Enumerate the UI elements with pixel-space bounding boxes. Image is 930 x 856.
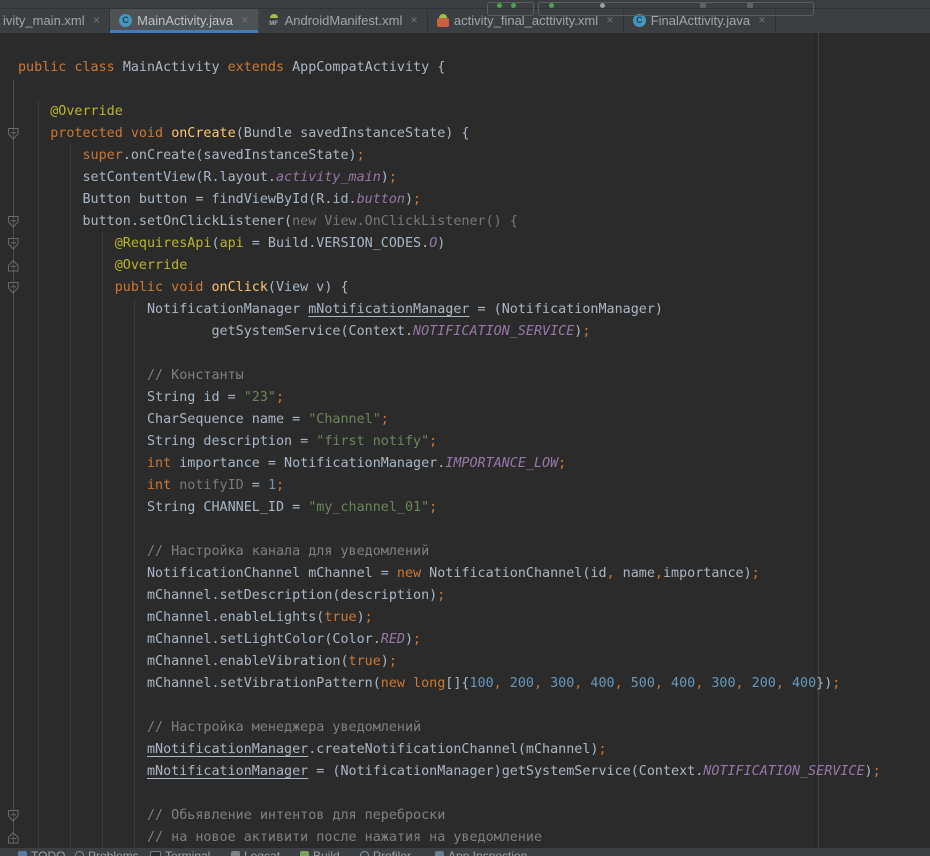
code-line: mNotificationManager = (NotificationMana…: [18, 761, 881, 783]
code-line: String description = "first notify";: [18, 431, 881, 453]
tool-window-button-profiler[interactable]: Profiler: [360, 850, 411, 856]
code-line: setContentView(R.layout.activity_main);: [18, 167, 881, 189]
app-inspection-icon: [435, 851, 444, 856]
layout-file-icon: [437, 14, 449, 28]
code-area[interactable]: public class MainActivity extends AppCom…: [18, 57, 881, 849]
code-line: NotificationChannel mChannel = new Notif…: [18, 563, 881, 585]
close-icon[interactable]: ✕: [93, 15, 101, 26]
close-icon[interactable]: ✕: [606, 15, 614, 26]
run-icon[interactable]: [549, 3, 554, 8]
toolbar-button-icon[interactable]: [700, 3, 706, 8]
problems-icon: [75, 851, 84, 856]
tool-window-label: App Inspection: [448, 850, 527, 856]
code-line: button.setOnClickListener(new View.OnCli…: [18, 211, 881, 233]
code-line: mChannel.enableVibration(true);: [18, 651, 881, 673]
manifest-file-icon: MF: [268, 14, 280, 28]
tool-window-button-build[interactable]: Build: [300, 850, 340, 856]
top-toolbar-strip: [0, 0, 930, 9]
close-icon[interactable]: ✕: [758, 15, 766, 26]
tab-label: MainActivity.java: [137, 13, 233, 28]
code-line: String id = "23";: [18, 387, 881, 409]
code-line: [18, 519, 881, 541]
tool-window-button-todo[interactable]: TODO: [18, 850, 65, 856]
code-line: @Override: [18, 255, 881, 277]
code-line: [18, 783, 881, 805]
toolbar-dot-icon[interactable]: [600, 3, 605, 8]
tool-window-button-problems[interactable]: Problems: [75, 850, 139, 856]
tool-window-label: Profiler: [373, 850, 411, 856]
tab-androidmanifest-xml[interactable]: MF AndroidManifest.xml ✕: [259, 8, 428, 33]
close-icon[interactable]: ✕: [241, 15, 249, 26]
tab-label: ivity_main.xml: [3, 13, 85, 28]
tool-window-button-logcat[interactable]: Logcat: [231, 850, 280, 856]
terminal-icon: [150, 851, 161, 856]
code-line: Button button = findViewById(R.id.button…: [18, 189, 881, 211]
tool-window-label: Logcat: [244, 850, 280, 856]
build-icon: [300, 851, 309, 856]
tool-window-label: TODO: [31, 850, 65, 856]
toolbar-button-icon[interactable]: [747, 3, 753, 8]
code-line: getSystemService(Context.NOTIFICATION_SE…: [18, 321, 881, 343]
code-line: int importance = NotificationManager.IMP…: [18, 453, 881, 475]
code-line: // Константы: [18, 365, 881, 387]
code-line: super.onCreate(savedInstanceState);: [18, 145, 881, 167]
code-line: String CHANNEL_ID = "my_channel_01";: [18, 497, 881, 519]
code-editor[interactable]: public class MainActivity extends AppCom…: [0, 33, 930, 847]
code-line: mChannel.setLightColor(Color.RED);: [18, 629, 881, 651]
toolbar-group-box[interactable]: [538, 2, 814, 16]
code-line: @Override: [18, 101, 881, 123]
code-line: public void onClick(View v) {: [18, 277, 881, 299]
run-icon[interactable]: [497, 3, 502, 8]
close-icon[interactable]: ✕: [410, 15, 418, 26]
code-line: // Обьявление интентов для переброски: [18, 805, 881, 827]
code-line: protected void onCreate(Bundle savedInst…: [18, 123, 881, 145]
code-line: CharSequence name = "Channel";: [18, 409, 881, 431]
code-line: mChannel.setVibrationPattern(new long[]{…: [18, 673, 881, 695]
tab-mainactivity-java[interactable]: C MainActivity.java ✕: [110, 8, 258, 33]
code-line: NotificationManager mNotificationManager…: [18, 299, 881, 321]
code-line: // на новое активити после нажатия на ув…: [18, 827, 881, 849]
tool-window-label: Problems: [88, 850, 139, 856]
code-line: mChannel.setDescription(description);: [18, 585, 881, 607]
profiler-icon: [360, 851, 369, 856]
code-line: mChannel.enableLights(true);: [18, 607, 881, 629]
code-line: int notifyID = 1;: [18, 475, 881, 497]
tool-window-button-terminal[interactable]: Terminal: [150, 850, 210, 856]
code-line: [18, 343, 881, 365]
code-line: [18, 695, 881, 717]
run-icon[interactable]: [511, 3, 516, 8]
code-line: [18, 79, 881, 101]
code-line: // Настройка канала для уведомлений: [18, 541, 881, 563]
code-line: public class MainActivity extends AppCom…: [18, 57, 881, 79]
class-file-icon: C: [119, 14, 132, 27]
code-line: mNotificationManager.createNotificationC…: [18, 739, 881, 761]
todo-icon: [18, 851, 27, 856]
code-line: // Настройка менеджера уведомлений: [18, 717, 881, 739]
fold-line: [13, 80, 14, 843]
code-line: @RequiresApi(api = Build.VERSION_CODES.O…: [18, 233, 881, 255]
logcat-icon: [231, 851, 240, 856]
tool-window-label: Terminal: [165, 850, 210, 856]
editor-gutter: [0, 33, 18, 847]
tool-window-button-app-inspection[interactable]: App Inspection: [435, 850, 527, 856]
tab-ivity-main-xml[interactable]: ivity_main.xml ✕: [0, 8, 110, 33]
tab-label: AndroidManifest.xml: [285, 13, 403, 28]
tool-window-label: Build: [313, 850, 340, 856]
